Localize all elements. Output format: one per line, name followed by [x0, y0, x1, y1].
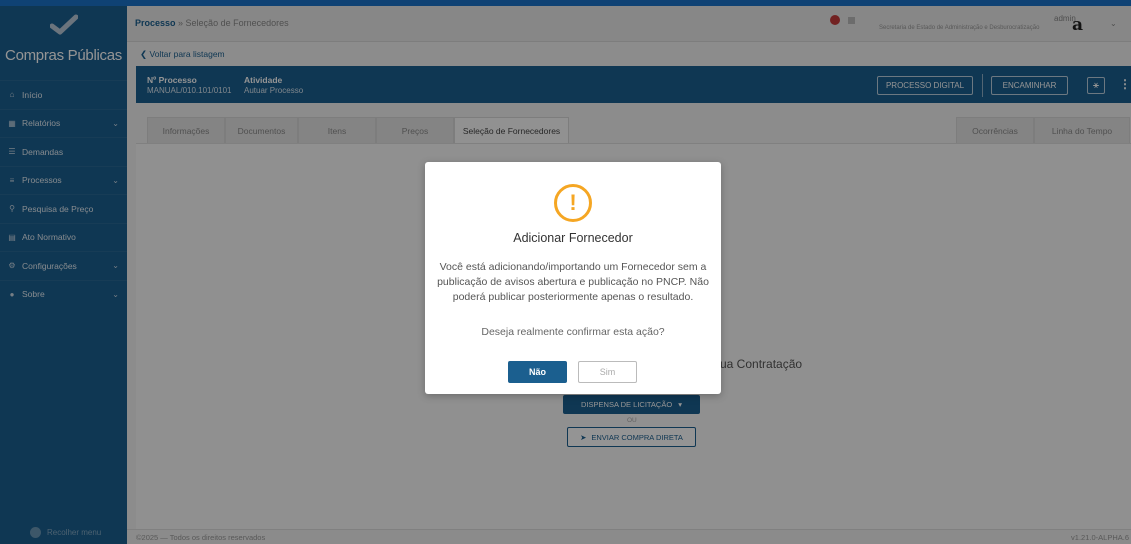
no-button[interactable]: Não [508, 361, 567, 383]
yes-button[interactable]: Sim [578, 361, 637, 383]
confirm-dialog: ! Adicionar Fornecedor Você está adicion… [425, 162, 721, 394]
dialog-title: Adicionar Fornecedor [513, 231, 633, 245]
dialog-message: Você está adicionando/importando um Forn… [437, 261, 709, 303]
dialog-question: Deseja realmente confirmar esta ação? [481, 326, 665, 338]
warning-icon: ! [554, 184, 592, 222]
